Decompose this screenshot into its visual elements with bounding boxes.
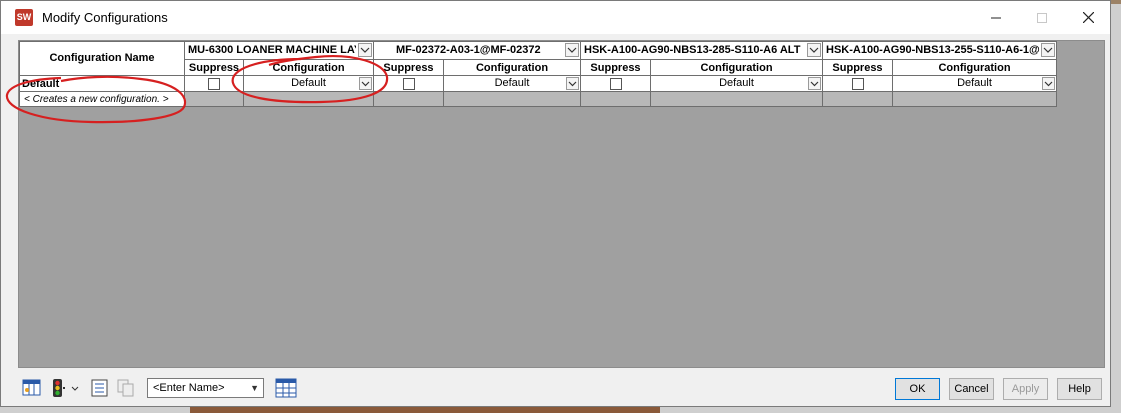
suppress-checkbox-4[interactable] (851, 78, 864, 90)
suppress-cell-1[interactable] (184, 75, 244, 92)
app-icon: SW (15, 9, 33, 26)
enter-name-value: <Enter Name> (153, 382, 225, 394)
modify-configurations-dialog: SW Modify Configurations Configuration N… (0, 0, 1111, 407)
component-header-4[interactable]: HSK-A100-AG90-NBS13-255-S110-A6-1@ (822, 41, 1057, 60)
maximize-icon (1037, 12, 1047, 23)
configuration-dropdown-1[interactable]: Default (243, 75, 374, 92)
chevron-down-icon[interactable] (565, 43, 579, 57)
window-title: Modify Configurations (42, 10, 168, 25)
minimize-icon (991, 17, 1001, 18)
table-view-icon[interactable] (22, 378, 42, 398)
ok-button[interactable]: OK (895, 378, 940, 400)
row-config-name[interactable]: Default (19, 75, 185, 92)
maximize-button[interactable] (1019, 1, 1065, 34)
suppress-checkbox-1[interactable] (208, 78, 220, 90)
empty-cell (580, 91, 651, 107)
configuration-header-4: Configuration (892, 59, 1057, 76)
configuration-dropdown-3[interactable]: Default (650, 75, 823, 92)
empty-cell (892, 91, 1057, 107)
chevron-down-icon[interactable] (566, 77, 579, 90)
apply-button[interactable]: Apply (1003, 378, 1048, 400)
component-header-3[interactable]: HSK-A100-AG90-NBS13-285-S110-A6 ALT (580, 41, 823, 60)
configuration-value-4: Default (957, 77, 992, 89)
config-name-header: Configuration Name (19, 41, 185, 76)
title-bar: SW Modify Configurations (1, 1, 1110, 34)
suppress-cell-4[interactable] (822, 75, 893, 92)
chevron-down-icon[interactable] (70, 378, 80, 398)
suppress-cell-2[interactable] (373, 75, 444, 92)
minimize-button[interactable] (973, 1, 1019, 34)
empty-cell (822, 91, 893, 107)
configuration-header-3: Configuration (650, 59, 823, 76)
suppress-header-1: Suppress (184, 59, 244, 76)
suppress-cell-3[interactable] (580, 75, 651, 92)
table-settings-icon[interactable] (275, 378, 297, 398)
empty-cell (650, 91, 823, 107)
chevron-down-icon[interactable] (359, 77, 372, 90)
component-label-2: MF-02372-A03-1@MF-02372 (396, 44, 541, 56)
chevron-down-icon[interactable] (358, 43, 372, 57)
configuration-value-1: Default (291, 77, 326, 89)
suppress-checkbox-3[interactable] (609, 78, 622, 90)
chevron-down-icon: ▼ (250, 383, 259, 393)
configuration-dropdown-4[interactable]: Default (892, 75, 1057, 92)
configuration-table: Configuration Name MU-6300 LOANER MACHIN… (19, 41, 1057, 107)
chevron-down-icon[interactable] (1041, 43, 1055, 57)
close-button[interactable] (1065, 1, 1111, 34)
suppress-header-2: Suppress (373, 59, 444, 76)
empty-cell (443, 91, 581, 107)
configuration-value-3: Default (719, 77, 754, 89)
component-label-1: MU-6300 LOANER MACHINE LAY (188, 44, 356, 56)
bottom-toolbar: <Enter Name> ▼ OK Cancel Apply Help (1, 369, 1110, 408)
component-header-1[interactable]: MU-6300 LOANER MACHINE LAY (184, 41, 374, 60)
empty-cell (243, 91, 374, 107)
new-configuration-row: < Creates a new configuration. > (19, 91, 1057, 107)
configuration-value-2: Default (494, 77, 530, 89)
configuration-header-2: Configuration (443, 59, 581, 76)
suppress-header-4: Suppress (822, 59, 893, 76)
suppress-checkbox-2[interactable] (402, 78, 415, 90)
configuration-header-1: Configuration (243, 59, 374, 76)
empty-cell (373, 91, 444, 107)
chevron-down-icon[interactable] (807, 43, 821, 57)
configuration-dropdown-2[interactable]: Default (443, 75, 581, 92)
list-view-icon[interactable] (90, 378, 110, 398)
help-button[interactable]: Help (1057, 378, 1102, 400)
configuration-grid: Configuration Name MU-6300 LOANER MACHIN… (18, 40, 1105, 368)
empty-cell (184, 91, 244, 107)
component-label-4: HSK-A100-AG90-NBS13-255-S110-A6-1@ (826, 44, 1040, 56)
cancel-button[interactable]: Cancel (949, 378, 994, 400)
enter-name-dropdown[interactable]: <Enter Name> ▼ (147, 378, 264, 398)
chevron-down-icon[interactable] (808, 77, 821, 90)
config-name-header-label: Configuration Name (49, 52, 155, 64)
traffic-light-icon[interactable] (49, 378, 69, 398)
chevron-down-icon[interactable] (1042, 77, 1055, 90)
copy-icon[interactable] (116, 378, 136, 398)
component-label-3: HSK-A100-AG90-NBS13-285-S110-A6 ALT (584, 44, 801, 56)
suppress-header-3: Suppress (580, 59, 651, 76)
table-row: Default Default Default Default Default (19, 75, 1057, 92)
new-configuration-cell[interactable]: < Creates a new configuration. > (19, 91, 185, 107)
component-header-2[interactable]: MF-02372-A03-1@MF-02372 (373, 41, 581, 60)
close-icon (1082, 12, 1094, 23)
